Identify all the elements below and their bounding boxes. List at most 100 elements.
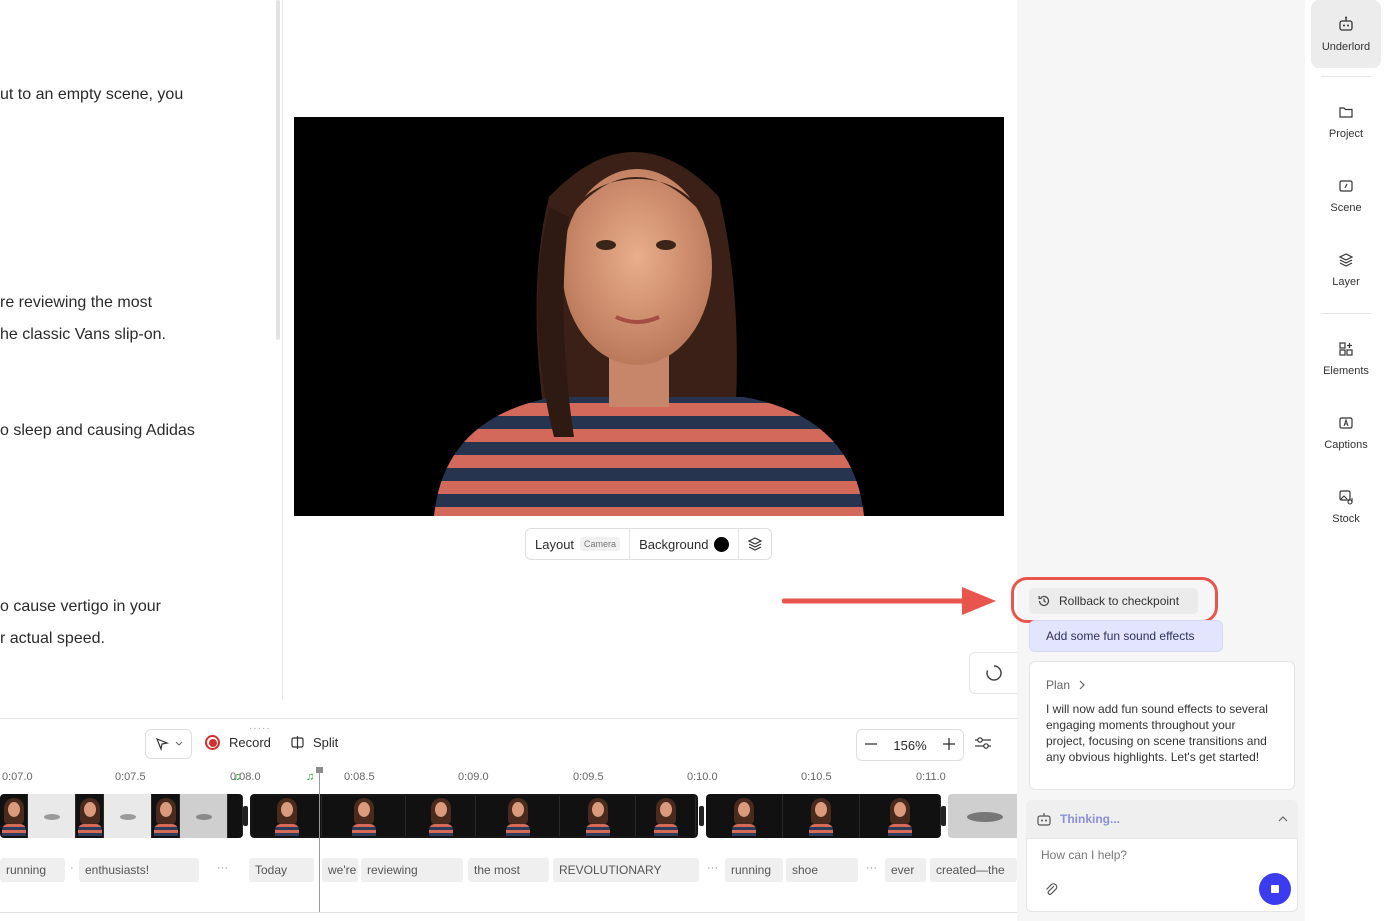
history-icon xyxy=(1038,595,1050,607)
rail-item-elements[interactable]: Elements xyxy=(1311,325,1381,393)
transcript-line[interactable]: o cause vertigo in your xyxy=(0,598,161,616)
caption-word[interactable]: we're xyxy=(322,858,358,882)
layout-button[interactable]: Layout Camera xyxy=(526,529,631,559)
rail-item-layer[interactable]: Layer xyxy=(1311,236,1381,304)
video-clip[interactable] xyxy=(706,794,941,838)
chat-input[interactable] xyxy=(1041,848,1261,862)
transcript-line[interactable]: o sleep and causing Adidas xyxy=(0,422,195,440)
sound-marker-icon[interactable]: ♫ xyxy=(306,771,314,783)
video-clip[interactable] xyxy=(0,794,243,838)
clip-frame xyxy=(406,796,476,836)
chevron-up-icon xyxy=(1278,816,1288,822)
layout-value: Camera xyxy=(580,537,621,551)
record-icon xyxy=(205,735,220,750)
rail-divider xyxy=(1321,313,1371,314)
caption-word[interactable]: running xyxy=(725,858,783,882)
clip-frame xyxy=(476,796,560,836)
stage-toolbar: Layout Camera Background xyxy=(525,528,773,560)
rail-item-stock[interactable]: Stock xyxy=(1311,473,1381,541)
ruler-tick-label: 0:10.0 xyxy=(687,771,718,783)
stock-icon xyxy=(1339,490,1353,505)
caption-word[interactable]: the most xyxy=(468,858,549,882)
clip-frame xyxy=(228,794,243,838)
transcript-line[interactable]: ut to an empty scene, you xyxy=(0,86,183,104)
transcript-scrollbar[interactable] xyxy=(276,0,280,340)
caption-word[interactable]: created—the xyxy=(930,858,1017,882)
scene-icon xyxy=(1339,180,1353,192)
ruler-tick-label: 0:07.0 xyxy=(2,771,33,783)
caption-word[interactable]: ever xyxy=(885,858,926,882)
plan-header[interactable]: Plan xyxy=(1046,678,1278,692)
word-gap: ··· xyxy=(707,862,718,874)
rail-label: Captions xyxy=(1324,439,1368,451)
plan-card: Plan I will now add fun sound effects to… xyxy=(1029,661,1295,790)
playhead[interactable] xyxy=(316,767,323,912)
robot-icon xyxy=(1339,16,1353,31)
rollback-button[interactable]: Rollback to checkpoint xyxy=(1029,588,1198,614)
layers-button[interactable] xyxy=(739,529,771,559)
folder-icon xyxy=(1339,107,1353,118)
timeline-settings-icon[interactable] xyxy=(974,735,992,751)
caption-word[interactable]: shoe xyxy=(786,858,858,882)
layers-icon xyxy=(1338,253,1354,267)
transcript-panel: ut to an empty scene, you re reviewing t… xyxy=(0,0,283,700)
rail-divider xyxy=(1321,76,1371,77)
clip-trim-handle[interactable] xyxy=(699,806,704,826)
clip-frame xyxy=(636,796,696,836)
caption-word[interactable]: Today xyxy=(249,858,314,882)
thinking-header[interactable]: Thinking... xyxy=(1026,800,1298,838)
chevron-right-icon xyxy=(1079,680,1085,690)
video-clip-selected[interactable] xyxy=(249,793,699,839)
side-rail: Underlord Project Scene Layer Elements C… xyxy=(1305,0,1387,921)
clip-frame xyxy=(0,794,28,838)
record-button[interactable]: Record xyxy=(205,735,271,750)
rail-item-project[interactable]: Project xyxy=(1311,88,1381,156)
zoom-out-button[interactable] xyxy=(865,738,877,753)
caption-word[interactable]: REVOLUTIONARY xyxy=(553,858,699,882)
background-button[interactable]: Background xyxy=(630,529,740,559)
clip-trim-handle[interactable] xyxy=(243,806,248,826)
caption-word[interactable]: enthusiasts! xyxy=(79,858,199,882)
rail-label: Underlord xyxy=(1321,41,1371,53)
transcript-line[interactable]: he classic Vans slip-on. xyxy=(0,326,166,344)
rail-label: Elements xyxy=(1323,365,1369,377)
ruler-tick-label: 0:11.0 xyxy=(916,771,946,783)
clip-frame xyxy=(28,794,76,838)
clip-frame xyxy=(76,794,104,838)
stop-button[interactable] xyxy=(1259,873,1291,905)
video-preview[interactable] xyxy=(294,117,1004,516)
record-label: Record xyxy=(229,735,271,750)
rail-item-captions[interactable]: Captions xyxy=(1311,399,1381,467)
clip-frame xyxy=(180,794,228,838)
cursor-icon xyxy=(155,737,169,751)
sound-marker-icon[interactable]: ♫ xyxy=(233,771,241,783)
clip-trim-handle[interactable] xyxy=(941,806,946,826)
split-label: Split xyxy=(313,735,339,750)
rail-item-underlord[interactable]: Underlord xyxy=(1311,0,1381,68)
plan-label: Plan xyxy=(1046,678,1071,692)
minus-icon xyxy=(865,742,877,745)
zoom-in-button[interactable] xyxy=(943,737,955,753)
timeline-resize-grip[interactable]: ····· xyxy=(249,723,271,734)
word-gap: ··· xyxy=(217,862,228,874)
clip-frame xyxy=(104,794,152,838)
select-tool-button[interactable] xyxy=(145,729,192,759)
rail-item-scene[interactable]: Scene xyxy=(1311,162,1381,230)
paperclip-icon[interactable] xyxy=(1043,881,1059,897)
spinner-icon xyxy=(985,665,1002,681)
robot-icon xyxy=(1037,813,1051,826)
time-ruler[interactable]: 0:07.0 0:07.5 0:08.0 0:08.5 0:09.0 0:09.… xyxy=(0,771,1017,785)
background-label: Background xyxy=(639,536,709,552)
transcript-line[interactable]: r actual speed. xyxy=(0,630,105,648)
caption-word[interactable]: running xyxy=(0,858,65,882)
transcript-line[interactable]: re reviewing the most xyxy=(0,294,152,312)
rail-label: Layer xyxy=(1332,276,1360,288)
layers-icon xyxy=(748,537,763,551)
chevron-down-icon xyxy=(175,741,182,746)
ruler-tick-label: 0:08.5 xyxy=(344,771,375,783)
video-clip[interactable] xyxy=(948,794,1017,838)
split-button[interactable]: Split xyxy=(290,735,338,750)
caption-word[interactable]: reviewing xyxy=(361,858,463,882)
split-icon xyxy=(291,736,304,749)
clip-frame xyxy=(322,796,406,836)
